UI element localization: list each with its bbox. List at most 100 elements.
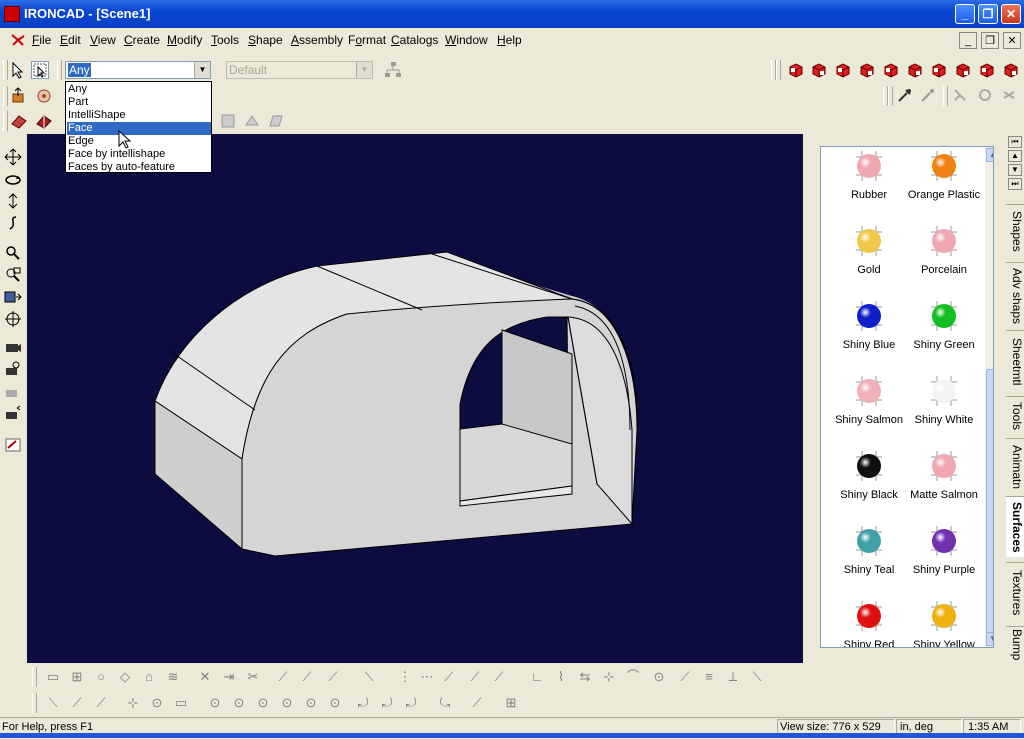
sketch-tool-icon[interactable]: ▭ [172, 694, 190, 712]
sketch-tool-icon[interactable]: ⟋ [298, 668, 316, 686]
sketch-tool-icon[interactable]: ⋯ [418, 668, 436, 686]
sketch-tool-icon[interactable]: ⊙ [230, 694, 248, 712]
anchor-icon[interactable] [951, 86, 969, 104]
surface-item[interactable]: Shiny Yellow [904, 595, 984, 647]
sketch-tool-icon[interactable]: ⟋ [468, 694, 486, 712]
close-button[interactable]: ✕ [1001, 4, 1021, 24]
sketch-tool-icon[interactable]: ⤾ [378, 694, 396, 712]
surface-item[interactable]: Shiny Purple [904, 520, 984, 592]
menu-format[interactable]: Format [348, 33, 386, 47]
menu-modify[interactable]: Modify [167, 33, 202, 47]
sketch-tool-icon[interactable]: ⊙ [206, 694, 224, 712]
sketch-tool-icon[interactable]: ⊙ [650, 668, 668, 686]
sketch-tool-icon[interactable]: ≋ [164, 668, 182, 686]
surfaces-catalog-list[interactable]: Rubber Orange Plastic Gold Porcelain Shiny B… [820, 146, 994, 648]
sketch-tool-icon[interactable]: ✕ [196, 668, 214, 686]
tab-textures[interactable]: Textures [1006, 562, 1024, 623]
view-cube-icon[interactable] [834, 61, 852, 79]
surface-item[interactable]: Orange Plastic [904, 147, 984, 217]
surface-item[interactable]: Rubber [829, 147, 909, 217]
paint-icon[interactable] [919, 86, 937, 104]
sketch-tool-icon[interactable]: ⊙ [148, 694, 166, 712]
select-box-icon[interactable] [31, 61, 49, 79]
sketch-tool-icon[interactable]: ⟍ [360, 668, 378, 686]
option-edge[interactable]: Edge [67, 135, 211, 148]
sketch-tool-icon[interactable]: ⋮ [396, 668, 414, 686]
document-icon[interactable] [10, 32, 26, 48]
sketch-tool-icon[interactable]: ⤾ [354, 694, 372, 712]
surface-item[interactable]: Shiny White [904, 370, 984, 442]
view-cube-icon[interactable] [978, 61, 996, 79]
sketch-tool-icon[interactable]: ⊹ [600, 668, 618, 686]
settings-gear-icon[interactable] [976, 86, 994, 104]
sketch-tool-icon[interactable]: ⤾ [402, 694, 420, 712]
menu-shape[interactable]: Shape [248, 33, 283, 47]
catalog-scrollbar[interactable]: ▲ ▼ [985, 147, 993, 647]
sketch-tool-icon[interactable]: ⟋ [324, 668, 342, 686]
sketch-tool-icon[interactable]: ⟂ [724, 668, 742, 686]
option-any[interactable]: Any [67, 83, 211, 96]
chevron-down-icon[interactable]: ▼ [356, 62, 372, 78]
menu-create[interactable]: Create [124, 33, 160, 47]
tab-next-icon[interactable]: ▼ [1008, 164, 1022, 176]
tab-sheetmtl[interactable]: Sheetmtl [1006, 330, 1024, 393]
camera-disabled-icon[interactable] [4, 382, 22, 400]
chamfer-icon[interactable] [267, 112, 285, 130]
view-cube-icon[interactable] [930, 61, 948, 79]
sketch-tool-icon[interactable]: ⟋ [68, 694, 86, 712]
selection-filter-select[interactable]: Any ▼ [65, 61, 211, 79]
surface-item[interactable]: Matte Salmon [904, 445, 984, 517]
sketch-tool-icon[interactable]: ⟋ [274, 668, 292, 686]
scroll-up-icon[interactable]: ▲ [986, 148, 993, 162]
ironcad-app-icon[interactable] [4, 6, 20, 22]
menu-edit[interactable]: Edit [60, 33, 81, 47]
sketch-tool-icon[interactable]: ≡ [700, 668, 718, 686]
menu-view[interactable]: View [90, 33, 116, 47]
sketch-tool-icon[interactable]: ⇆ [576, 668, 594, 686]
sketch-tool-icon[interactable]: ⌇ [552, 668, 570, 686]
tab-last-icon[interactable]: ⏭ [1008, 178, 1022, 190]
minimize-button[interactable]: _ [955, 4, 975, 24]
mdi-restore-button[interactable]: ❐ [981, 32, 999, 49]
export-icon[interactable] [10, 86, 28, 104]
sketch-tool-icon[interactable]: ⟋ [440, 668, 458, 686]
sketch-tool-icon[interactable]: ⟋ [676, 668, 694, 686]
surface-item[interactable]: Gold [829, 220, 909, 292]
shell-icon[interactable] [219, 112, 237, 130]
tree-structure-icon[interactable] [384, 61, 402, 79]
tab-bump[interactable]: Bump [1006, 626, 1024, 663]
view-cube-icon[interactable] [954, 61, 972, 79]
move-along-icon[interactable] [4, 192, 22, 210]
option-face[interactable]: Face [67, 122, 211, 135]
tab-first-icon[interactable]: ⏮ [1008, 136, 1022, 148]
option-intellishape[interactable]: IntelliShape [67, 109, 211, 122]
tab-surfaces[interactable]: Surfaces [1006, 496, 1024, 557]
menu-window[interactable]: Window [445, 33, 488, 47]
camera-walk-icon[interactable] [4, 404, 22, 422]
orbit-icon[interactable] [4, 170, 22, 188]
scroll-down-icon[interactable]: ▼ [986, 632, 993, 646]
eyedropper-icon[interactable] [896, 86, 914, 104]
link-icon[interactable] [1000, 86, 1018, 104]
roll-icon[interactable] [4, 214, 22, 232]
tab-tools[interactable]: Tools [1006, 396, 1024, 435]
sketch-tool-icon[interactable]: ⟍ [748, 668, 766, 686]
teardrop-trailer-model[interactable] [27, 134, 803, 663]
view-cube-icon[interactable] [1002, 61, 1020, 79]
zoom-fit-icon[interactable] [4, 288, 22, 306]
camera-target-icon[interactable] [4, 360, 22, 378]
view-cube-icon[interactable] [810, 61, 828, 79]
sketch-tool-icon[interactable]: ⊞ [68, 668, 86, 686]
menu-catalogs[interactable]: Catalogs [391, 33, 438, 47]
mdi-close-button[interactable]: ✕ [1003, 32, 1021, 49]
sketch-tool-icon[interactable]: ⟋ [490, 668, 508, 686]
restore-button[interactable]: ❐ [978, 4, 998, 24]
sketch-icon[interactable] [4, 436, 22, 454]
tab-animatn[interactable]: Animatn [1006, 438, 1024, 495]
sketch-tool-icon[interactable]: ⊙ [278, 694, 296, 712]
chevron-down-icon[interactable]: ▼ [194, 62, 210, 78]
sketch-tool-icon[interactable]: ⊙ [302, 694, 320, 712]
zoom-icon[interactable] [4, 244, 22, 262]
tab-adv-shaps[interactable]: Adv shaps [1006, 262, 1024, 329]
view-cube-icon[interactable] [906, 61, 924, 79]
